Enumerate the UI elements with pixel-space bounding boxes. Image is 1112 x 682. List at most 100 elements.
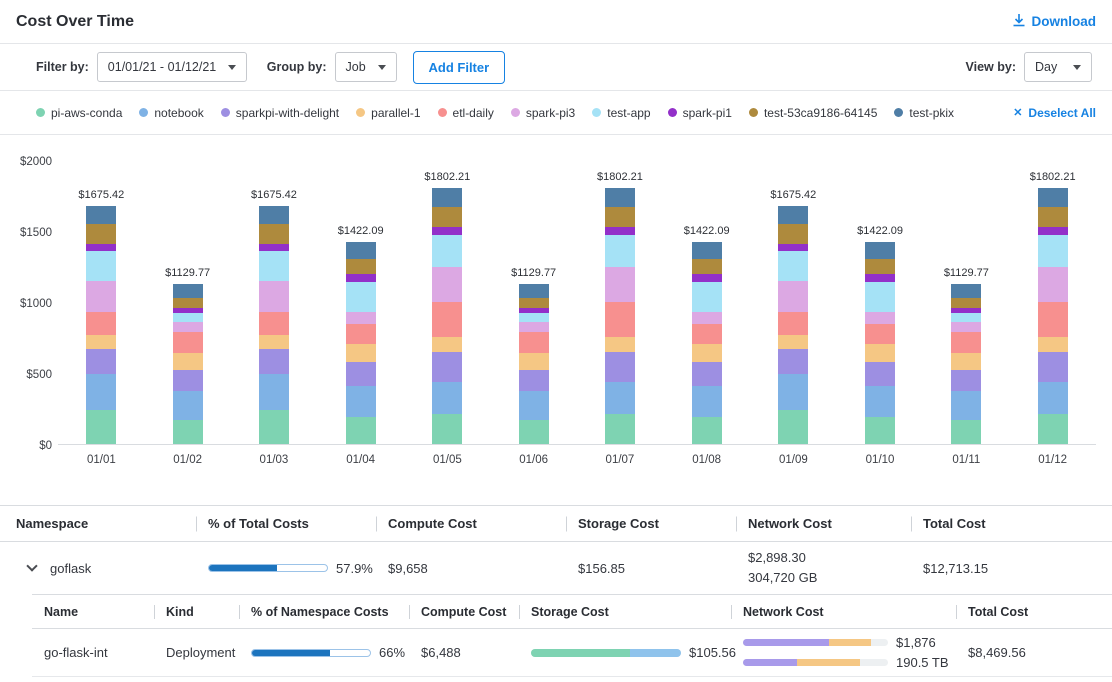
legend-item-test-53ca9186-64145[interactable]: test-53ca9186-64145 — [749, 106, 877, 120]
bar-segment-spark-pi3[interactable] — [259, 281, 289, 312]
bar-segment-notebook[interactable] — [259, 374, 289, 410]
bar-segment-sparkpi-with-delight[interactable] — [1038, 352, 1068, 382]
legend-item-test-app[interactable]: test-app — [592, 106, 650, 120]
legend-item-sparkpi-with-delight[interactable]: sparkpi-with-delight — [221, 106, 339, 120]
stacked-bar[interactable] — [432, 188, 462, 444]
view-by-select[interactable]: Day — [1024, 52, 1092, 82]
bar-segment-test-app[interactable] — [86, 251, 116, 281]
bar-segment-test-pkix[interactable] — [86, 206, 116, 224]
bar-segment-parallel-1[interactable] — [951, 353, 981, 370]
legend-item-spark-pi3[interactable]: spark-pi3 — [511, 106, 575, 120]
bar-segment-pi-aws-conda[interactable] — [692, 417, 722, 444]
bar-segment-pi-aws-conda[interactable] — [605, 414, 635, 444]
bar-segment-test-app[interactable] — [519, 313, 549, 322]
bar-segment-test-53ca9186-64145[interactable] — [1038, 207, 1068, 227]
column-header-total[interactable]: Total Cost — [911, 516, 1096, 531]
bar-segment-parallel-1[interactable] — [86, 335, 116, 349]
bar-segment-test-53ca9186-64145[interactable] — [519, 298, 549, 309]
bar-segment-spark-pi3[interactable] — [865, 312, 895, 324]
bar-segment-pi-aws-conda[interactable] — [778, 410, 808, 444]
bar-group[interactable]: $1675.4201/01 — [78, 161, 124, 444]
bar-segment-test-app[interactable] — [259, 251, 289, 281]
legend-item-spark-pi1[interactable]: spark-pi1 — [668, 106, 732, 120]
bar-segment-spark-pi1[interactable] — [692, 274, 722, 282]
stacked-bar[interactable] — [346, 242, 376, 444]
bar-segment-pi-aws-conda[interactable] — [346, 417, 376, 444]
stacked-bar[interactable] — [951, 284, 981, 444]
bar-segment-test-53ca9186-64145[interactable] — [173, 298, 203, 309]
bar-segment-test-pkix[interactable] — [951, 284, 981, 298]
bar-segment-spark-pi3[interactable] — [173, 322, 203, 332]
bar-segment-sparkpi-with-delight[interactable] — [259, 349, 289, 375]
bar-segment-etl-daily[interactable] — [259, 312, 289, 335]
bar-group[interactable]: $1129.7701/11 — [944, 161, 989, 444]
bar-segment-parallel-1[interactable] — [1038, 337, 1068, 352]
bar-segment-spark-pi3[interactable] — [519, 322, 549, 332]
bar-segment-pi-aws-conda[interactable] — [432, 414, 462, 444]
column-header-total[interactable]: Total Cost — [956, 605, 1100, 619]
bar-segment-test-app[interactable] — [173, 313, 203, 322]
bar-segment-notebook[interactable] — [173, 391, 203, 419]
column-header-kind[interactable]: Kind — [154, 605, 239, 619]
bar-segment-test-53ca9186-64145[interactable] — [432, 207, 462, 227]
bar-segment-parallel-1[interactable] — [346, 344, 376, 362]
bar-segment-notebook[interactable] — [605, 382, 635, 415]
stacked-bar[interactable] — [865, 242, 895, 444]
bar-segment-parallel-1[interactable] — [259, 335, 289, 349]
legend-item-notebook[interactable]: notebook — [139, 106, 203, 120]
workload-name-cell[interactable]: go-flask-int — [44, 645, 154, 660]
column-header-pct-total[interactable]: % of Total Costs — [196, 516, 376, 531]
bar-segment-test-53ca9186-64145[interactable] — [259, 224, 289, 244]
column-header-storage[interactable]: Storage Cost — [519, 605, 731, 619]
add-filter-button[interactable]: Add Filter — [413, 51, 506, 84]
bar-segment-pi-aws-conda[interactable] — [1038, 414, 1068, 444]
bar-segment-spark-pi1[interactable] — [1038, 227, 1068, 235]
bar-group[interactable]: $1675.4201/03 — [251, 161, 297, 444]
bar-segment-spark-pi3[interactable] — [432, 267, 462, 302]
column-header-pct-namespace[interactable]: % of Namespace Costs — [239, 605, 409, 619]
bar-segment-spark-pi1[interactable] — [605, 227, 635, 235]
group-by-select[interactable]: Job — [335, 52, 397, 82]
bar-segment-test-pkix[interactable] — [346, 242, 376, 259]
bar-group[interactable]: $1802.2101/12 — [1030, 161, 1076, 444]
bar-segment-test-pkix[interactable] — [605, 188, 635, 207]
bar-segment-parallel-1[interactable] — [173, 353, 203, 370]
bar-segment-etl-daily[interactable] — [346, 324, 376, 344]
legend-item-parallel-1[interactable]: parallel-1 — [356, 106, 420, 120]
bar-segment-test-app[interactable] — [692, 282, 722, 312]
bar-group[interactable]: $1675.4201/09 — [770, 161, 816, 444]
column-header-compute[interactable]: Compute Cost — [409, 605, 519, 619]
bar-segment-test-pkix[interactable] — [173, 284, 203, 298]
legend-item-test-pkix[interactable]: test-pkix — [894, 106, 954, 120]
bar-segment-spark-pi1[interactable] — [86, 244, 116, 251]
bar-segment-test-53ca9186-64145[interactable] — [605, 207, 635, 227]
bar-segment-spark-pi1[interactable] — [432, 227, 462, 235]
bar-segment-test-pkix[interactable] — [778, 206, 808, 224]
stacked-bar[interactable] — [778, 206, 808, 444]
bar-segment-test-app[interactable] — [1038, 235, 1068, 268]
column-header-storage[interactable]: Storage Cost — [566, 516, 736, 531]
bar-segment-pi-aws-conda[interactable] — [951, 420, 981, 444]
bar-segment-notebook[interactable] — [778, 374, 808, 410]
bar-segment-sparkpi-with-delight[interactable] — [951, 370, 981, 391]
bar-segment-notebook[interactable] — [951, 391, 981, 419]
bar-segment-notebook[interactable] — [432, 382, 462, 415]
bar-group[interactable]: $1129.7701/02 — [165, 161, 210, 444]
bar-segment-sparkpi-with-delight[interactable] — [692, 362, 722, 386]
bar-segment-notebook[interactable] — [519, 391, 549, 419]
bar-group[interactable]: $1802.2101/05 — [424, 161, 470, 444]
bar-segment-test-app[interactable] — [951, 313, 981, 322]
bar-segment-sparkpi-with-delight[interactable] — [778, 349, 808, 375]
bar-segment-sparkpi-with-delight[interactable] — [432, 352, 462, 382]
column-menu-icon[interactable] — [893, 519, 897, 529]
deselect-all-button[interactable]: ✕ Deselect All — [1013, 106, 1096, 120]
stacked-bar[interactable] — [692, 242, 722, 444]
bar-segment-notebook[interactable] — [865, 386, 895, 417]
bar-segment-spark-pi1[interactable] — [259, 244, 289, 251]
bar-segment-pi-aws-conda[interactable] — [173, 420, 203, 444]
bar-segment-spark-pi3[interactable] — [86, 281, 116, 312]
bar-segment-etl-daily[interactable] — [605, 302, 635, 337]
bar-segment-spark-pi3[interactable] — [346, 312, 376, 324]
column-header-namespace[interactable]: Namespace — [16, 516, 196, 531]
legend-item-etl-daily[interactable]: etl-daily — [438, 106, 494, 120]
